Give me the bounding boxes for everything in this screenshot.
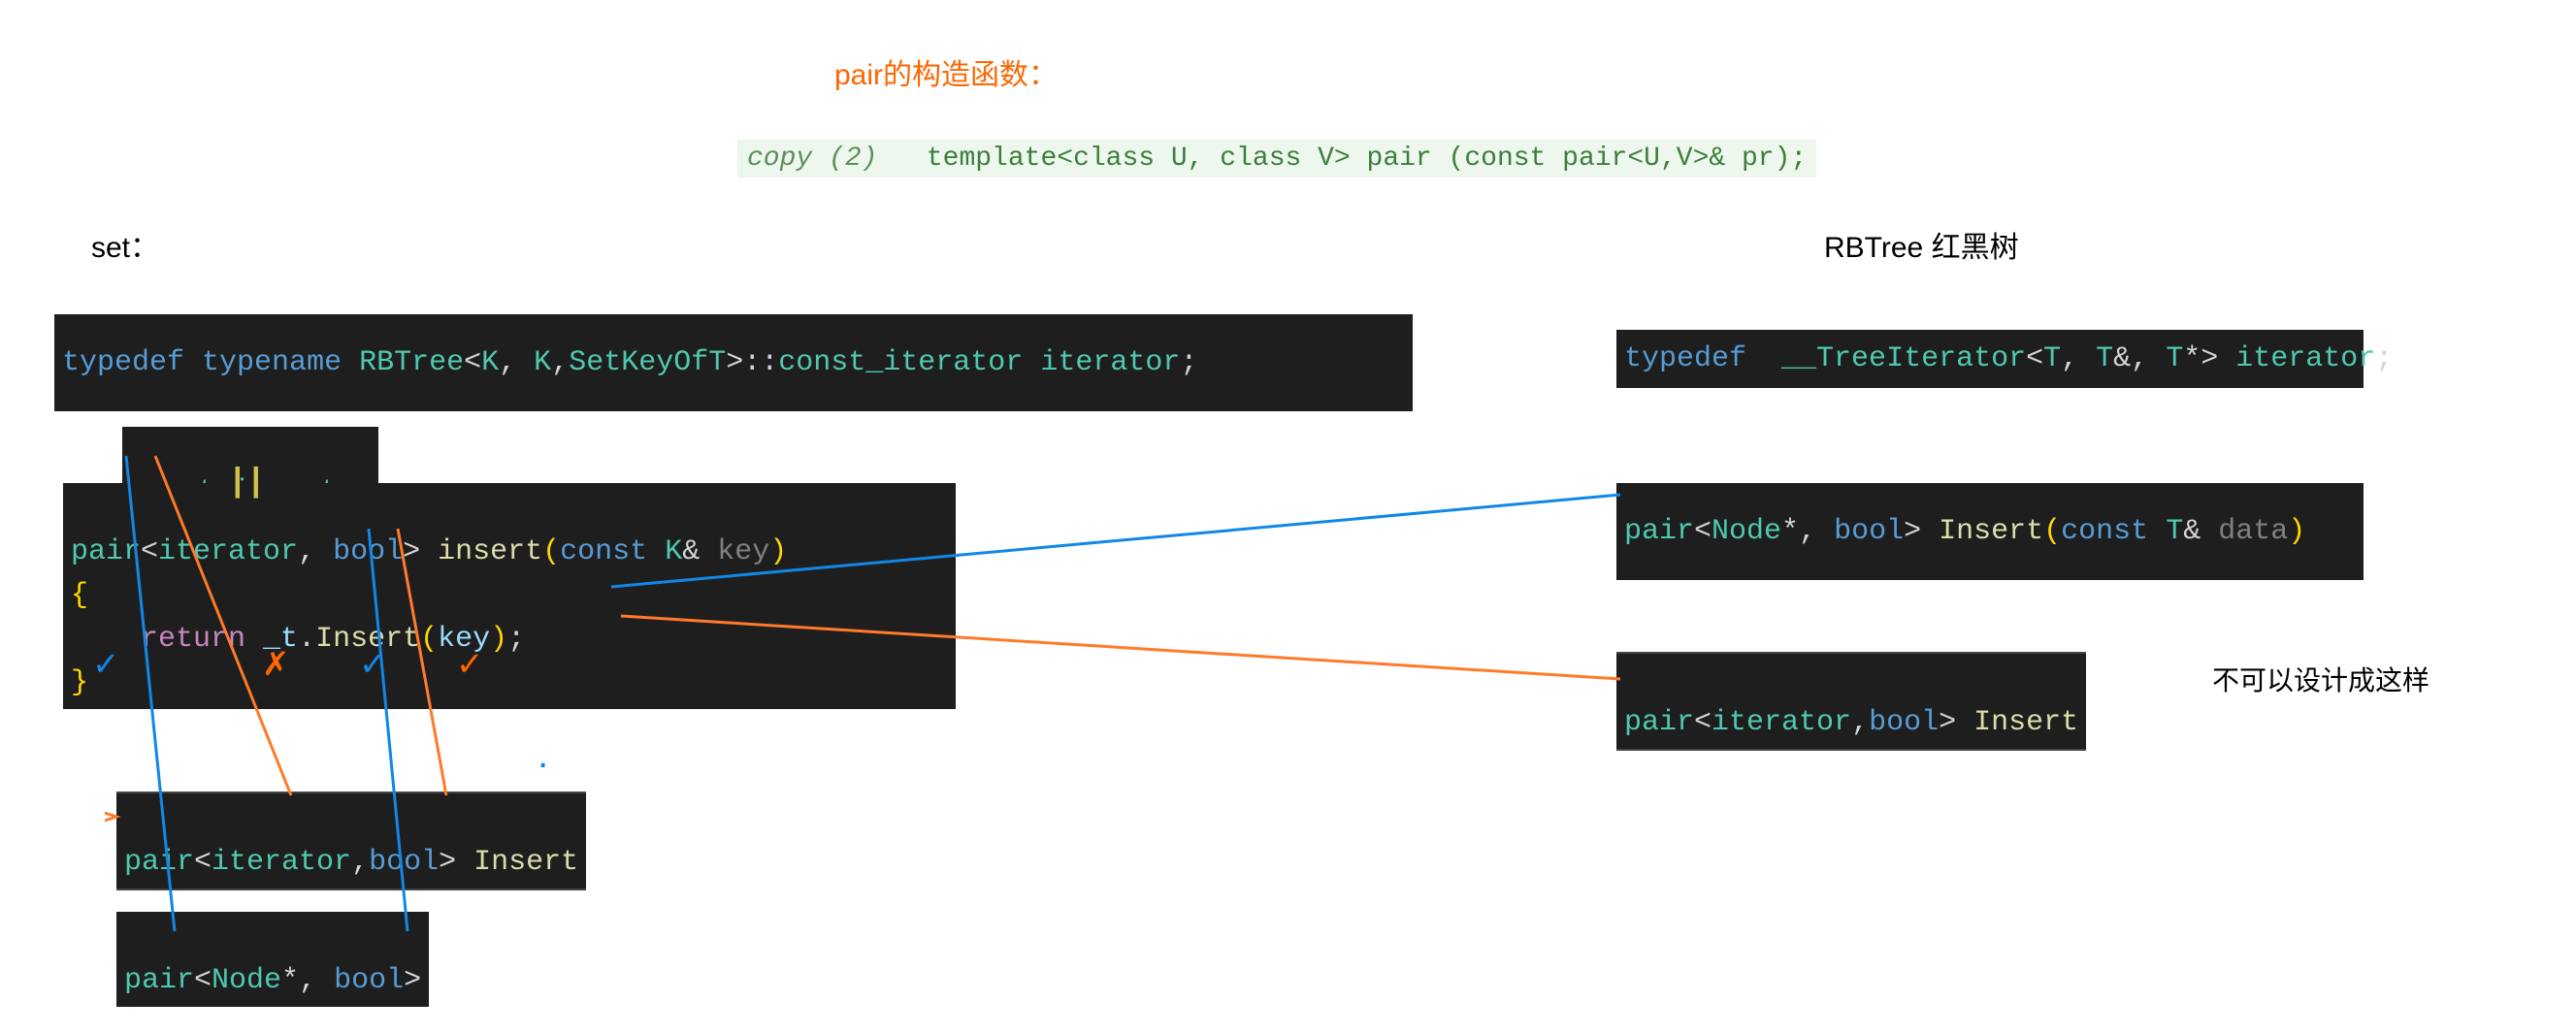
blue-check-2-annot: ✓ <box>359 645 387 684</box>
right-typedef-block: typedef __TreeIterator<T, T&, T*> iterat… <box>1616 330 2364 388</box>
docbox-template-text: template<class U, class V> pair (const p… <box>927 144 1807 174</box>
rbtree-label: RBTree 红黑树 <box>1824 223 2019 266</box>
blue-check-1-annot: ✓ <box>92 645 120 684</box>
code-text: pair<Node*, bool> Insert(const T& data) <box>1624 510 2305 554</box>
code-text: typedef typename RBTree<K, K,SetKeyOfT>:… <box>62 341 1197 385</box>
right-pair-iter-insert-block: pair<iterator,bool> Insert <box>1616 652 2086 751</box>
pair-constructor-title: pair的构造函数： <box>834 50 1058 93</box>
cannot-design-label: 不可以设计成这样 <box>2212 660 2429 698</box>
right-insert-fn-block: pair<Node*, bool> Insert(const T& data) <box>1616 483 2364 580</box>
orange-x-annot: ✗ <box>262 645 290 684</box>
code-text: pair<iterator,bool> Insert <box>124 846 578 879</box>
orange-check-annot: ✓ <box>456 645 484 684</box>
code-text: pair<iterator,bool> Insert <box>1624 706 2078 739</box>
left-insert-fn-block: pair<iterator, bool> insert(const K& key… <box>63 483 956 709</box>
yellow-bars-annot: | | <box>233 462 260 500</box>
code-text: typedef __TreeIterator<T, T&, T*> iterat… <box>1624 338 2393 381</box>
docbox-pair-copy: copy (2) template<class U, class V> pair… <box>737 140 1816 178</box>
docbox-copy-label: copy (2) <box>747 144 877 174</box>
left-pair-iter-insert-block: pair<iterator,bool> Insert <box>116 792 586 890</box>
code-text: pair<Node*, bool> <box>124 964 421 997</box>
left-typedef-block: typedef typename RBTree<K, K,SetKeyOfT>:… <box>54 314 1413 411</box>
code-text: pair<iterator, bool> insert(const K& key… <box>71 535 787 699</box>
left-pair-node-bool-block: pair<Node*, bool> <box>116 912 429 1007</box>
blue-dot-annot: . <box>538 733 548 777</box>
set-label: set： <box>91 223 159 266</box>
